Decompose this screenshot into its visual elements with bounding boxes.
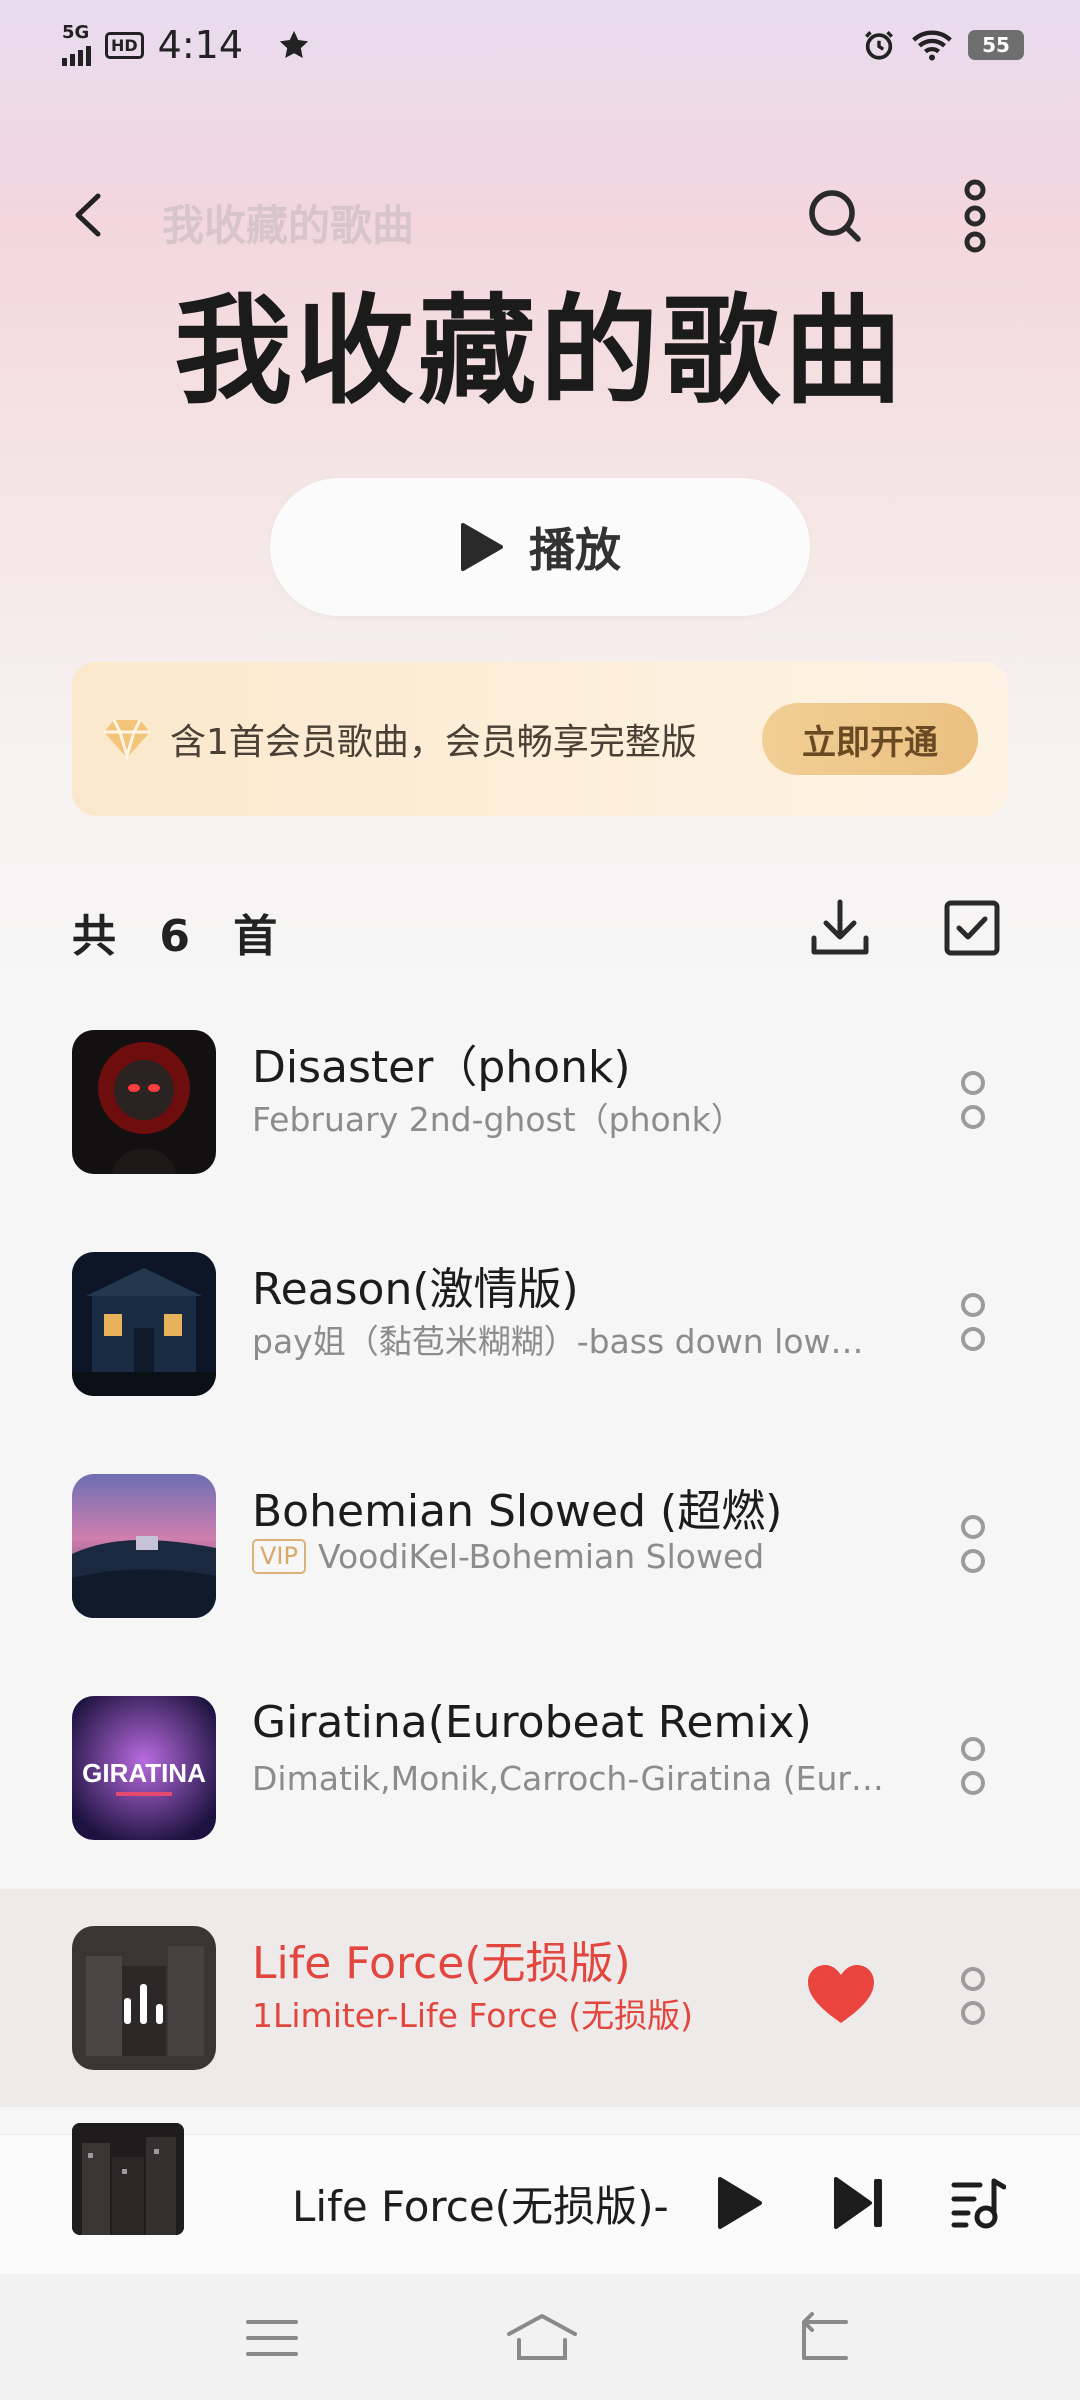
vip-tag: VIP (252, 1539, 306, 1574)
menu-icon[interactable] (242, 2310, 302, 2366)
song-artist: pay姐（黏苞米糊糊）-bass down low… (252, 1322, 864, 1361)
song-row[interactable]: Reason(激情版) pay姐（黏苞米糊糊）-bass down low… (0, 1189, 1080, 1411)
vip-banner[interactable]: 含1首会员歌曲，会员畅享完整版 立即开通 (72, 662, 1008, 816)
play-all-button[interactable]: 播放 (270, 478, 810, 616)
diamond-icon (104, 719, 150, 761)
play-all-label: 播放 (529, 523, 621, 577)
search-icon[interactable] (805, 186, 865, 246)
song-row[interactable]: GIRATINA Giratina(Eurobeat Remix) Dimati… (0, 1633, 1080, 1855)
playlist-icon[interactable] (950, 2175, 1006, 2231)
mini-player-title: Life Force(无损版)- (292, 2182, 669, 2231)
song-cover: GIRATINA (72, 1696, 216, 1840)
wifi-icon (912, 30, 952, 61)
song-title: Disaster（phonk) (252, 1042, 631, 1093)
star-icon (279, 30, 309, 59)
page-title: 我收藏的歌曲 (173, 282, 906, 420)
liked-heart-icon[interactable] (806, 1963, 876, 2027)
song-title: Life Force(无损版) (252, 1938, 631, 1989)
song-title: Giratina(Eurobeat Remix) (252, 1697, 812, 1748)
collapsed-title: 我收藏的歌曲 (162, 201, 415, 250)
back-icon[interactable] (64, 188, 114, 242)
signal-icon: 5G (62, 24, 91, 66)
network-type: 5G (62, 22, 90, 43)
song-more-icon[interactable] (955, 1511, 991, 1581)
more-options-icon[interactable] (950, 178, 1000, 254)
download-icon[interactable] (808, 896, 872, 960)
hd-icon: HD (105, 31, 144, 59)
song-more-icon[interactable] (955, 1733, 991, 1803)
song-more-icon[interactable] (955, 1289, 991, 1359)
song-cover (72, 1926, 216, 2070)
song-title: Bohemian Slowed (超燃) (252, 1486, 783, 1537)
song-artist: VIP VoodiKel-Bohemian Slowed (252, 1537, 764, 1576)
list-header: 共 6 首 (72, 890, 1008, 970)
open-vip-button[interactable]: 立即开通 (762, 703, 978, 775)
mini-player[interactable]: Life Force(无损版)- (0, 2123, 1080, 2274)
top-app-bar: 我收藏的歌曲 (0, 170, 1080, 260)
play-icon[interactable] (714, 2175, 764, 2231)
home-icon[interactable] (505, 2310, 579, 2366)
back-nav-icon[interactable] (792, 2310, 852, 2366)
song-cover (72, 1474, 216, 1618)
system-nav-bar (0, 2274, 1080, 2400)
vip-banner-text: 含1首会员歌曲，会员畅享完整版 (170, 722, 697, 763)
song-row[interactable]: Bohemian Slowed (超燃) VIP VoodiKel-Bohemi… (0, 1411, 1080, 1633)
cover-art-text: GIRATINA (82, 1758, 206, 1788)
song-cover (72, 1030, 216, 1174)
song-more-icon[interactable] (955, 1067, 991, 1137)
song-artist: 1Limiter-Life Force (无损版) (252, 1996, 693, 2035)
song-artist: February 2nd-ghost（phonk） (252, 1100, 744, 1139)
status-bar: 5G HD 4:14 55 (0, 0, 1080, 90)
song-more-icon[interactable] (955, 1963, 991, 2033)
next-track-icon[interactable] (832, 2175, 886, 2231)
alarm-icon (865, 31, 893, 60)
play-icon (461, 523, 503, 571)
multi-select-icon[interactable] (942, 898, 1002, 958)
song-title: Reason(激情版) (252, 1264, 579, 1315)
song-count: 共 6 首 (72, 911, 292, 962)
song-cover (72, 1252, 216, 1396)
song-artist: Dimatik,Monik,Carroch-Giratina (Eur… (252, 1759, 884, 1798)
song-row-playing[interactable]: Life Force(无损版) 1Limiter-Life Force (无损版… (0, 1889, 1080, 2107)
song-row[interactable]: Disaster（phonk) February 2nd-ghost（phonk… (0, 967, 1080, 1189)
battery-indicator: 55 (968, 30, 1024, 60)
clock: 4:14 (157, 23, 244, 67)
mini-player-cover (72, 2123, 184, 2235)
